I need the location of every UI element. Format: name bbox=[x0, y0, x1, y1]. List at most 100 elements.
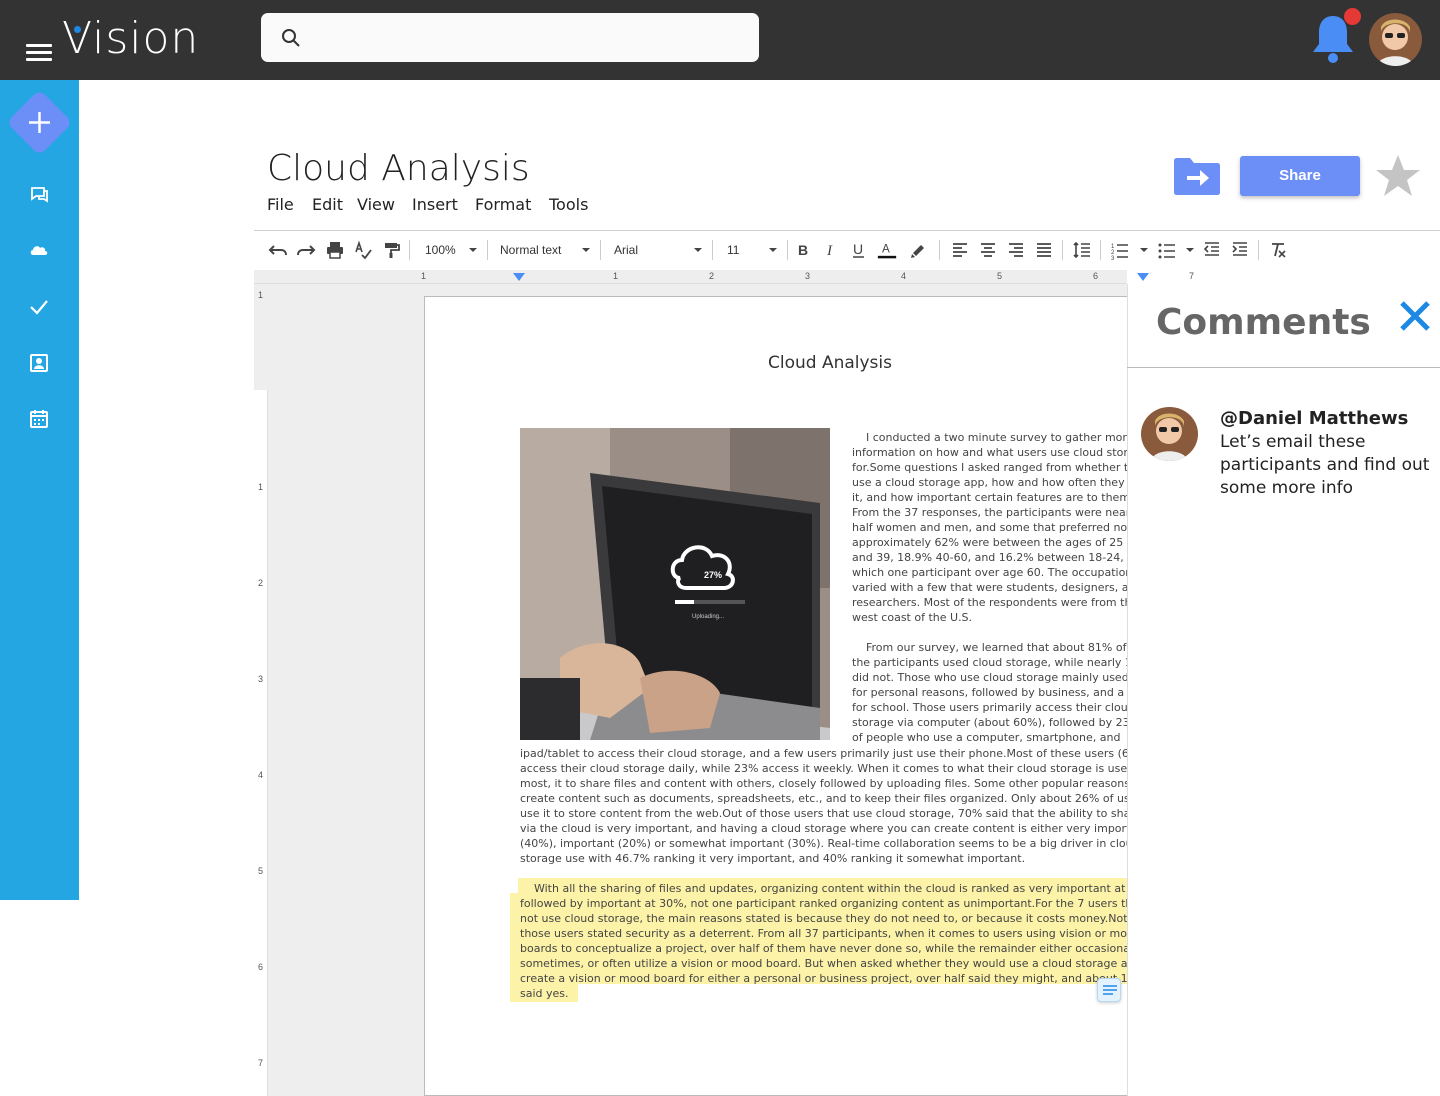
share-button[interactable]: Share bbox=[1240, 156, 1360, 196]
menu-file[interactable]: File bbox=[267, 195, 294, 214]
font-select[interactable]: Arial bbox=[614, 243, 638, 263]
svg-text:A: A bbox=[882, 243, 890, 256]
bulleted-list-icon[interactable] bbox=[1157, 240, 1177, 260]
comments-divider bbox=[1127, 367, 1440, 368]
notification-badge bbox=[1344, 8, 1361, 25]
toolbar-separator bbox=[1062, 240, 1063, 260]
align-right-icon[interactable] bbox=[1006, 240, 1026, 260]
chevron-down-icon[interactable] bbox=[688, 240, 708, 260]
calendar-icon[interactable] bbox=[28, 408, 50, 430]
menu-format[interactable]: Format bbox=[475, 195, 531, 214]
plus-icon bbox=[29, 112, 50, 133]
search-input[interactable] bbox=[313, 23, 743, 53]
align-left-icon[interactable] bbox=[950, 240, 970, 260]
style-select[interactable]: Normal text bbox=[500, 243, 561, 263]
comment-marker-icon[interactable] bbox=[1097, 978, 1121, 1002]
document-title[interactable]: Cloud Analysis bbox=[267, 148, 530, 189]
bold-icon[interactable]: B bbox=[793, 240, 813, 260]
paragraph-line: which one participant over age 60. The o… bbox=[852, 566, 1127, 579]
paragraph-line: for school. Those users primarily access… bbox=[852, 701, 1127, 714]
search-bar[interactable] bbox=[261, 13, 759, 62]
undo-icon[interactable] bbox=[268, 240, 288, 260]
user-avatar[interactable] bbox=[1369, 13, 1422, 66]
menu-icon[interactable] bbox=[26, 44, 52, 62]
font-size-select[interactable]: 11 bbox=[727, 243, 739, 263]
spellcheck-icon[interactable] bbox=[353, 240, 373, 260]
print-icon[interactable] bbox=[325, 240, 345, 260]
decrease-indent-icon[interactable] bbox=[1202, 240, 1222, 260]
ruler-label: 4 bbox=[258, 770, 264, 780]
ruler-label: 7 bbox=[258, 1058, 264, 1068]
underline-icon[interactable]: U bbox=[849, 240, 869, 260]
paragraph-line: researchers. Most of the respondents wer… bbox=[852, 596, 1127, 609]
paint-format-icon[interactable] bbox=[381, 240, 401, 260]
close-icon[interactable] bbox=[1397, 298, 1433, 334]
svg-text:3: 3 bbox=[1111, 256, 1115, 260]
toolbar-divider bbox=[254, 230, 1440, 231]
right-indent-marker[interactable] bbox=[1137, 273, 1149, 283]
clear-formatting-icon[interactable] bbox=[1268, 240, 1288, 260]
paragraph-line: storage via computer (about 60%), follow… bbox=[852, 716, 1127, 729]
paragraph-line: information on how and what users use cl… bbox=[852, 446, 1127, 459]
comment-author-avatar[interactable] bbox=[1141, 407, 1198, 461]
increase-indent-icon[interactable] bbox=[1230, 240, 1250, 260]
paragraph-line: west coast of the U.S. bbox=[852, 611, 973, 624]
contact-icon[interactable] bbox=[28, 352, 50, 374]
paragraph-line: most, it to share files and content with… bbox=[520, 777, 1127, 790]
chevron-down-icon[interactable] bbox=[763, 240, 783, 260]
paragraph-line: (40%), important (20%) or somewhat impor… bbox=[520, 837, 1127, 850]
cloud-icon[interactable] bbox=[28, 239, 50, 261]
chat-icon[interactable] bbox=[28, 183, 50, 205]
toolbar-separator bbox=[487, 240, 488, 260]
chevron-down-icon[interactable] bbox=[1134, 240, 1154, 260]
sidebar bbox=[0, 80, 79, 900]
numbered-list-icon[interactable]: 123 bbox=[1110, 240, 1130, 260]
menu-edit[interactable]: Edit bbox=[312, 195, 343, 214]
left-indent-marker[interactable] bbox=[513, 273, 525, 283]
paragraph-line: of people who use a computer, smartphone… bbox=[852, 731, 1121, 744]
checkmark-icon[interactable] bbox=[28, 296, 50, 318]
zoom-select[interactable]: 100% bbox=[425, 243, 456, 263]
text-color-icon[interactable]: A bbox=[877, 240, 897, 260]
highlighted-paragraph[interactable]: With all the sharing of files and update… bbox=[520, 881, 1127, 1001]
paragraph-line: use it to store content from the web.Out… bbox=[520, 807, 1127, 820]
ruler-label: 1 bbox=[258, 290, 264, 300]
star-icon[interactable] bbox=[1374, 152, 1422, 200]
toolbar-separator bbox=[600, 240, 601, 260]
comment-text: Let’s email these participants and find … bbox=[1220, 432, 1430, 498]
comment-author[interactable]: @Daniel Matthews bbox=[1220, 408, 1408, 429]
menu-insert[interactable]: Insert bbox=[412, 195, 458, 214]
chevron-down-icon[interactable] bbox=[576, 240, 596, 260]
paragraph-line: boards to conceptualize a project, over … bbox=[520, 942, 1127, 955]
paragraph-line: From the 37 responses, the participants … bbox=[852, 506, 1127, 519]
paragraph-line: sometimes, or often utilize a vision or … bbox=[520, 957, 1127, 970]
paragraph-text-full[interactable]: ipad/tablet to access their cloud storag… bbox=[520, 746, 1127, 866]
menu-view[interactable]: View bbox=[357, 195, 395, 214]
italic-icon[interactable]: I bbox=[821, 240, 841, 260]
align-center-icon[interactable] bbox=[978, 240, 998, 260]
redo-icon[interactable] bbox=[296, 240, 316, 260]
move-to-folder-icon[interactable] bbox=[1172, 156, 1221, 196]
paragraph-line: not use cloud storage, the main reasons … bbox=[520, 912, 1127, 925]
line-spacing-icon[interactable] bbox=[1072, 240, 1092, 260]
toolbar-separator bbox=[939, 240, 940, 260]
align-justify-icon[interactable] bbox=[1034, 240, 1054, 260]
chevron-down-icon[interactable] bbox=[1180, 240, 1200, 260]
menu-tools[interactable]: Tools bbox=[549, 195, 588, 214]
comments-panel bbox=[1127, 284, 1440, 1096]
ruler-label: 6 bbox=[258, 962, 264, 972]
ruler-label: 5 bbox=[997, 271, 1003, 281]
paragraph-line: for personal reasons, followed by busine… bbox=[852, 686, 1127, 699]
ruler-label: 1 bbox=[258, 482, 264, 492]
ruler-label: 2 bbox=[709, 271, 715, 281]
toolbar-separator bbox=[1258, 240, 1259, 260]
upload-percent: 27% bbox=[704, 570, 722, 580]
chevron-down-icon[interactable] bbox=[463, 240, 483, 260]
paragraph-line: half women and men, and some that prefer… bbox=[852, 521, 1127, 534]
ruler-label: 3 bbox=[258, 674, 264, 684]
paragraph-line: it, and how important certain features a… bbox=[852, 491, 1127, 504]
paragraph-text-column[interactable]: I conducted a two minute survey to gathe… bbox=[852, 430, 1127, 745]
highlight-color-icon[interactable] bbox=[909, 240, 929, 260]
toolbar-separator bbox=[409, 240, 410, 260]
laptop-image[interactable]: 27% Uploading... bbox=[520, 428, 830, 740]
